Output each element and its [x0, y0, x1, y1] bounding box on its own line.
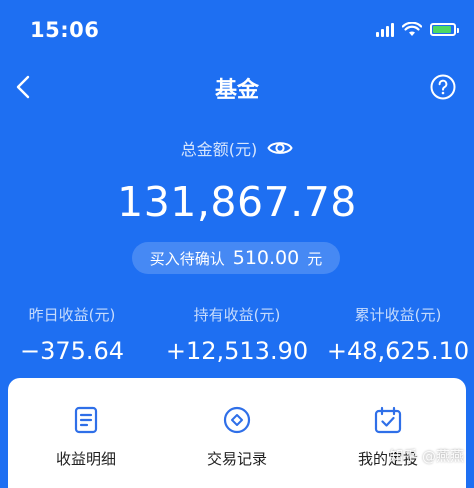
total-label-row: 总金额(元): [0, 136, 474, 160]
total-amount: 131,867.78: [117, 178, 357, 226]
stat-label: 昨日收益(元): [28, 306, 116, 324]
stat-value: +48,625.10: [326, 337, 470, 365]
pending-confirm-badge[interactable]: 买入待确认 510.00 元: [132, 242, 340, 274]
eye-icon[interactable]: [267, 139, 293, 157]
status-bar: 15:06: [0, 0, 474, 62]
pending-unit: 元: [307, 249, 323, 268]
help-button[interactable]: [430, 74, 456, 100]
diamond-icon: [223, 406, 251, 434]
stat-cumulative: 累计收益(元) +48,625.10: [318, 304, 474, 365]
stat-value: −375.64: [19, 337, 125, 365]
stat-label: 持有收益(元): [193, 306, 281, 324]
earnings-stats: 昨日收益(元) −375.64 持有收益(元) +12,513.90 累计收益(…: [0, 304, 474, 374]
shortcut-label: 收益明细: [55, 450, 116, 468]
pending-value: 510.00: [232, 247, 300, 269]
shortcut-transactions[interactable]: 交易记录: [167, 406, 307, 469]
document-icon: [74, 406, 98, 434]
calendar-check-icon: [374, 406, 402, 434]
question-icon: [430, 74, 456, 100]
status-icons: [376, 22, 459, 37]
stat-holding: 持有收益(元) +12,513.90: [157, 304, 317, 365]
status-time: 15:06: [30, 18, 100, 42]
shortcut-earnings-detail[interactable]: 收益明细: [16, 406, 156, 469]
watermark: 知乎 @燕燕: [389, 449, 464, 465]
stat-yesterday: 昨日收益(元) −375.64: [0, 304, 152, 365]
wifi-icon: [402, 22, 422, 36]
shortcut-label: 交易记录: [206, 450, 267, 468]
pending-label: 买入待确认: [149, 249, 225, 268]
stat-label: 累计收益(元): [354, 306, 442, 324]
total-label: 总金额(元): [180, 140, 258, 159]
battery-icon: [430, 23, 459, 36]
signal-icon: [376, 22, 394, 37]
page-title: 基金: [214, 78, 259, 103]
nav-bar: 基金: [0, 64, 474, 110]
stat-value: +12,513.90: [165, 337, 309, 365]
